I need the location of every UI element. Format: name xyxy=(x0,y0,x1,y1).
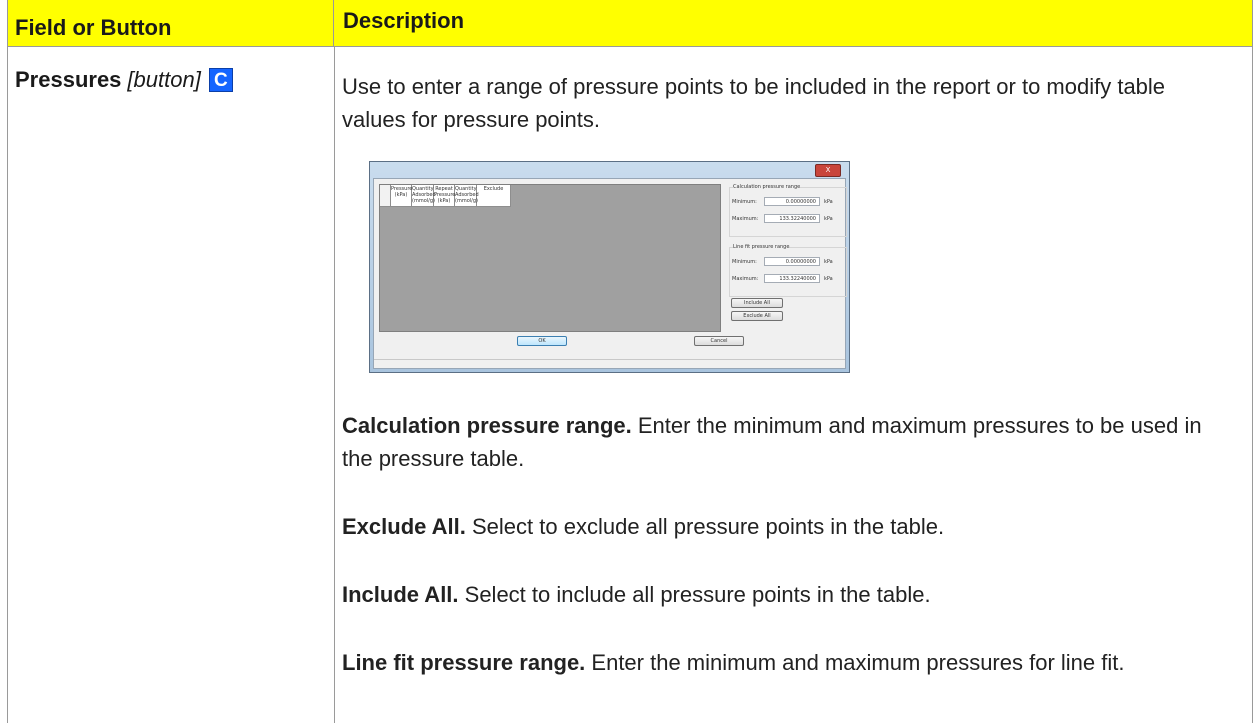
item-term: Calculation pressure range. xyxy=(342,413,632,438)
pressures-dialog-screenshot: X Pressure (kPa) Quantity Adsorbed (mmol… xyxy=(369,161,850,373)
header-field-or-button: Field or Button xyxy=(8,0,334,47)
column-divider xyxy=(334,47,335,723)
column-header: Pressure (kPa) xyxy=(391,185,412,207)
calc-min-label: Minimum: xyxy=(732,199,757,205)
item-calculation-pressure-range: Calculation pressure range. Enter the mi… xyxy=(342,409,1222,475)
item-term: Line fit pressure range. xyxy=(342,650,586,675)
linefit-range-title: Line fit pressure range xyxy=(733,244,790,250)
c-letter-icon: C xyxy=(208,68,233,92)
intro-paragraph: Use to enter a range of pressure points … xyxy=(342,74,1166,132)
item-include-all: Include All. Select to include all press… xyxy=(342,578,1222,611)
pressure-table: Pressure (kPa) Quantity Adsorbed (mmol/g… xyxy=(379,184,721,332)
linefit-min-unit: kPa xyxy=(824,259,833,265)
c-letter: C xyxy=(213,69,228,91)
exclude-all-button: Exclude All xyxy=(731,311,783,321)
row-header-corner xyxy=(380,185,391,207)
calc-max-label: Maximum: xyxy=(732,216,759,222)
column-header: Repeat Pressure (kPa) xyxy=(434,185,455,207)
linefit-min-label: Minimum: xyxy=(732,259,757,265)
column-header: Quantity Adsorbed (mmol/g) xyxy=(412,185,436,207)
field-name: Pressures xyxy=(15,67,122,92)
header-col1-label: Field or Button xyxy=(15,15,172,40)
ok-button: OK xyxy=(517,336,567,346)
item-text: Enter the minimum and maximum pressures … xyxy=(585,650,1125,675)
item-exclude-all: Exclude All. Select to exclude all press… xyxy=(342,510,1222,543)
linefit-max-unit: kPa xyxy=(824,276,833,282)
include-all-button: Include All xyxy=(731,298,783,308)
item-term: Include All. xyxy=(342,582,459,607)
linefit-max-label: Maximum: xyxy=(732,276,759,282)
dialog-body: Pressure (kPa) Quantity Adsorbed (mmol/g… xyxy=(373,178,847,369)
header-col2-label: Description xyxy=(343,8,465,33)
calc-max-unit: kPa xyxy=(824,216,833,222)
item-text: Select to exclude all pressure points in… xyxy=(465,514,945,539)
calc-min-input: 0.00000000 xyxy=(764,197,820,206)
linefit-max-input: 133.32240000 xyxy=(764,274,820,283)
column-header: Exclude xyxy=(477,185,511,207)
dialog-status-bar xyxy=(374,359,845,368)
pressure-table-header: Pressure (kPa) Quantity Adsorbed (mmol/g… xyxy=(380,185,511,207)
linefit-min-input: 0.00000000 xyxy=(764,257,820,266)
close-icon: X xyxy=(815,164,841,177)
field-name-cell: Pressures [button] C xyxy=(15,67,233,93)
calc-range-title: Calculation pressure range xyxy=(733,184,801,190)
item-term: Exclude All. xyxy=(342,514,466,539)
header-description: Description xyxy=(334,0,1252,47)
item-text: Select to include all pressure points in… xyxy=(458,582,931,607)
linefit-range-group: Line fit pressure range Minimum: 0.00000… xyxy=(729,244,847,297)
cancel-button: Cancel xyxy=(694,336,744,346)
field-type: [button] xyxy=(127,67,201,92)
calc-max-input: 133.32240000 xyxy=(764,214,820,223)
calc-range-group: Calculation pressure range Minimum: 0.00… xyxy=(729,184,847,237)
column-header: Quantity Adsorbed (mmol/g) xyxy=(455,185,479,207)
item-line-fit-pressure-range: Line fit pressure range. Enter the minim… xyxy=(342,646,1222,679)
calc-min-unit: kPa xyxy=(824,199,833,205)
